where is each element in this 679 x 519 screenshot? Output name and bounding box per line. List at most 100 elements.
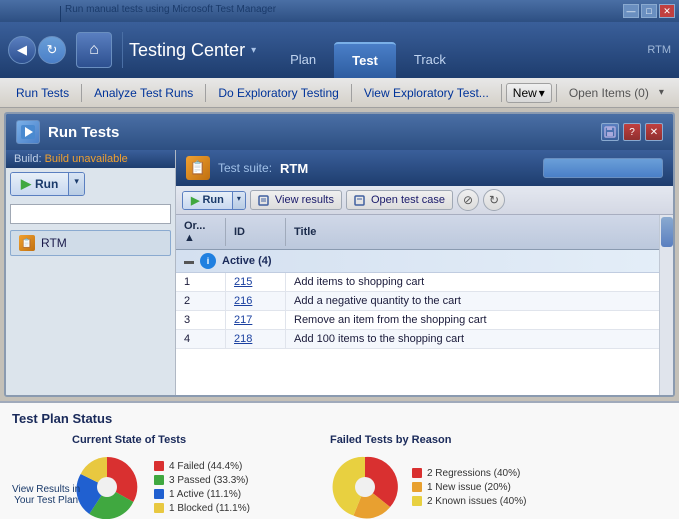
- col-order[interactable]: Or... ▲: [176, 218, 226, 246]
- table-row[interactable]: 3 217 Remove an item from the shopping c…: [176, 311, 673, 330]
- run-split-btn: ▶ Run ▾: [10, 172, 85, 196]
- analyze-runs-btn[interactable]: Analyze Test Runs: [86, 83, 201, 103]
- exploratory-btn[interactable]: Do Exploratory Testing: [210, 83, 347, 103]
- cell-order: 3: [176, 311, 226, 329]
- sub-run-main-btn[interactable]: ▶ Run: [183, 192, 232, 209]
- collapse-icon[interactable]: ▬: [184, 256, 194, 267]
- view-results-label: View results: [275, 194, 334, 206]
- col-id-label: ID: [234, 226, 245, 238]
- home-btn[interactable]: ⌂: [76, 32, 112, 68]
- legend-item: 1 New issue (20%): [412, 482, 527, 493]
- legend-item: 2 Known issues (40%): [412, 496, 527, 507]
- legend-item: 2 Regressions (40%): [412, 468, 527, 479]
- table-scrollbar[interactable]: [659, 215, 673, 395]
- build-label: Build:: [14, 153, 42, 165]
- open-items[interactable]: Open Items (0): [561, 83, 657, 103]
- run-btn-label: Run: [35, 177, 58, 191]
- run-main-btn[interactable]: ▶ Run: [11, 173, 68, 195]
- sub-toolbar: ▶ Run ▾ View results: [176, 186, 673, 215]
- sep5: [556, 84, 557, 102]
- tab-test[interactable]: Test: [334, 42, 396, 78]
- col-order-label: Or... ▲: [184, 220, 217, 244]
- back-btn[interactable]: ◀: [8, 36, 36, 64]
- sub-run-split-btn: ▶ Run ▾: [182, 191, 246, 210]
- run-tests-btn[interactable]: Run Tests: [8, 83, 77, 103]
- nav-tabs: Plan Test Track: [272, 22, 464, 78]
- active-icon: i: [200, 253, 216, 269]
- col-title[interactable]: Title: [286, 218, 673, 246]
- tree-item-label: RTM: [41, 236, 67, 250]
- build-label-bar: Build: Build unavailable: [6, 150, 175, 168]
- callout-line1: View Results in: [12, 484, 80, 495]
- view-exploratory-btn[interactable]: View Exploratory Test...: [356, 83, 497, 103]
- open-test-label: Open test case: [371, 194, 445, 206]
- view-results-icon: [258, 193, 272, 207]
- table-row[interactable]: 4 218 Add 100 items to the shopping cart: [176, 330, 673, 349]
- open-items-arrow[interactable]: ▾: [659, 87, 664, 98]
- tree-item-rtm[interactable]: 📋 RTM: [10, 230, 171, 256]
- current-state-section: Current State of Tests: [72, 434, 250, 519]
- test-table-rows: 1 215 Add items to shopping cart 2 216 A…: [176, 273, 673, 349]
- rtm-label: RTM: [647, 44, 671, 56]
- app-dropdown-arrow[interactable]: ▾: [251, 45, 256, 56]
- failed-reason-legend: 2 Regressions (40%) 1 New issue (20%) 2 Kn…: [412, 468, 527, 507]
- active-group-row: ▬ i Active (4): [176, 250, 673, 273]
- suite-icon: 📋: [186, 156, 210, 180]
- open-test-case-btn[interactable]: Open test case: [346, 190, 453, 210]
- col-id[interactable]: ID: [226, 218, 286, 246]
- charts-row: Current State of Tests: [12, 434, 667, 519]
- right-content: 📋 Test suite: RTM ▶ Run ▾: [176, 150, 673, 395]
- panel-icon: [16, 120, 40, 144]
- minimize-btn[interactable]: —: [623, 4, 639, 18]
- panel-close-icon[interactable]: ✕: [645, 123, 663, 141]
- legend-item: 4 Failed (44.4%): [154, 461, 250, 472]
- stop-btn[interactable]: ⊘: [457, 189, 479, 211]
- cell-title: Add items to shopping cart: [286, 273, 673, 291]
- failed-reason-pie: [330, 452, 400, 519]
- cell-order: 4: [176, 330, 226, 348]
- legend-item: 1 Active (11.1%): [154, 489, 250, 500]
- panel-help-icon[interactable]: ?: [623, 123, 641, 141]
- table-row[interactable]: 1 215 Add items to shopping cart: [176, 273, 673, 292]
- open-test-icon: [354, 193, 368, 207]
- close-btn[interactable]: ✕: [659, 4, 675, 18]
- panel-body: Build: Build unavailable ▶ Run ▾: [6, 150, 673, 395]
- run-tests-panel: Run Tests ? ✕ Build: Build unavailable: [4, 112, 675, 397]
- run-dropdown-btn[interactable]: ▾: [68, 173, 84, 195]
- suite-label: Test suite:: [218, 161, 272, 175]
- callout-arrow: →: [12, 510, 80, 519]
- bottom-title: Test Plan Status: [12, 411, 667, 426]
- failed-reason-chart: 2 Regressions (40%) 1 New issue (20%) 2 Kn…: [330, 452, 527, 519]
- tab-plan[interactable]: Plan: [272, 42, 334, 78]
- current-state-legend: 4 Failed (44.4%)3 Passed (33.3%)1 Active…: [154, 461, 250, 514]
- panel-actions: ? ✕: [601, 123, 663, 141]
- panel-save-icon[interactable]: [601, 123, 619, 141]
- sep2: [205, 84, 206, 102]
- sub-run-label: Run: [202, 194, 223, 206]
- view-results-btn[interactable]: View results: [250, 190, 342, 210]
- app-title: Testing Center: [129, 40, 245, 61]
- suite-header: 📋 Test suite: RTM: [176, 150, 673, 186]
- new-arrow-icon: ▾: [539, 86, 545, 100]
- table-row[interactable]: 2 216 Add a negative quantity to the car…: [176, 292, 673, 311]
- active-group-label: Active (4): [222, 255, 272, 267]
- run-btn-bar: ▶ Run ▾: [6, 168, 175, 200]
- app-bar: ◀ ↻ ⌂ Testing Center ▾ Plan Test Track R…: [0, 22, 679, 78]
- active-header: ▬ i Active (4): [176, 250, 673, 272]
- new-btn[interactable]: New ▾: [506, 83, 552, 103]
- forward-btn[interactable]: ↻: [38, 36, 66, 64]
- panel-title-text: Run Tests: [48, 124, 119, 141]
- tree-item-icon: 📋: [19, 235, 35, 251]
- scrollbar-thumb[interactable]: [661, 217, 673, 247]
- failed-reason-label: Failed Tests by Reason: [330, 434, 527, 446]
- col-title-label: Title: [294, 226, 316, 238]
- sub-run-dropdown[interactable]: ▾: [232, 192, 245, 209]
- filter-input[interactable]: [10, 204, 171, 224]
- callout-line2: Your Test Plan: [12, 495, 80, 506]
- test-table-container: Or... ▲ ID Title ▬: [176, 215, 673, 395]
- tab-track[interactable]: Track: [396, 42, 464, 78]
- refresh-btn[interactable]: ↻: [483, 189, 505, 211]
- maximize-btn[interactable]: □: [641, 4, 657, 18]
- suite-search[interactable]: [543, 158, 663, 178]
- table-header: Or... ▲ ID Title: [176, 215, 673, 250]
